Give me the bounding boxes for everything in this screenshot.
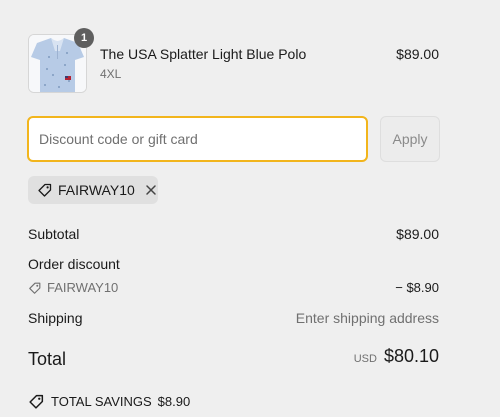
total-amount: $80.10 — [383, 346, 439, 366]
product-variant: 4XL — [100, 67, 122, 81]
subtotal-label: Subtotal — [28, 226, 80, 242]
savings-label: TOTAL SAVINGS — [51, 394, 152, 409]
applied-code-label: FAIRWAY10 — [58, 182, 135, 198]
order-discount-label: Order discount — [28, 256, 120, 272]
currency-code: USD — [353, 353, 377, 365]
discount-code-label: FAIRWAY10 — [47, 280, 119, 295]
product-name: The USA Splatter Light Blue Polo — [100, 46, 307, 62]
tag-icon — [28, 281, 42, 295]
tag-icon — [37, 182, 53, 198]
shipping-label: Shipping — [28, 310, 83, 326]
subtotal-value: $89.00 — [396, 226, 439, 242]
apply-button[interactable]: Apply — [380, 116, 440, 162]
close-icon[interactable] — [144, 183, 158, 197]
applied-discount-chip: FAIRWAY10 — [28, 176, 158, 204]
total-savings: TOTAL SAVINGS $8.90 — [28, 393, 190, 410]
product-price: $89.00 — [396, 46, 439, 62]
discount-amount: − $8.90 — [395, 280, 439, 295]
total-label: Total — [28, 349, 67, 369]
tag-icon — [28, 393, 45, 410]
savings-amount: $8.90 — [157, 394, 191, 409]
shipping-value: Enter shipping address — [295, 310, 439, 326]
discount-code-row: FAIRWAY10 — [28, 280, 118, 295]
total-value: USD $80.10 — [354, 346, 439, 367]
quantity-badge: 1 — [74, 28, 94, 48]
discount-code-input[interactable] — [27, 116, 368, 162]
